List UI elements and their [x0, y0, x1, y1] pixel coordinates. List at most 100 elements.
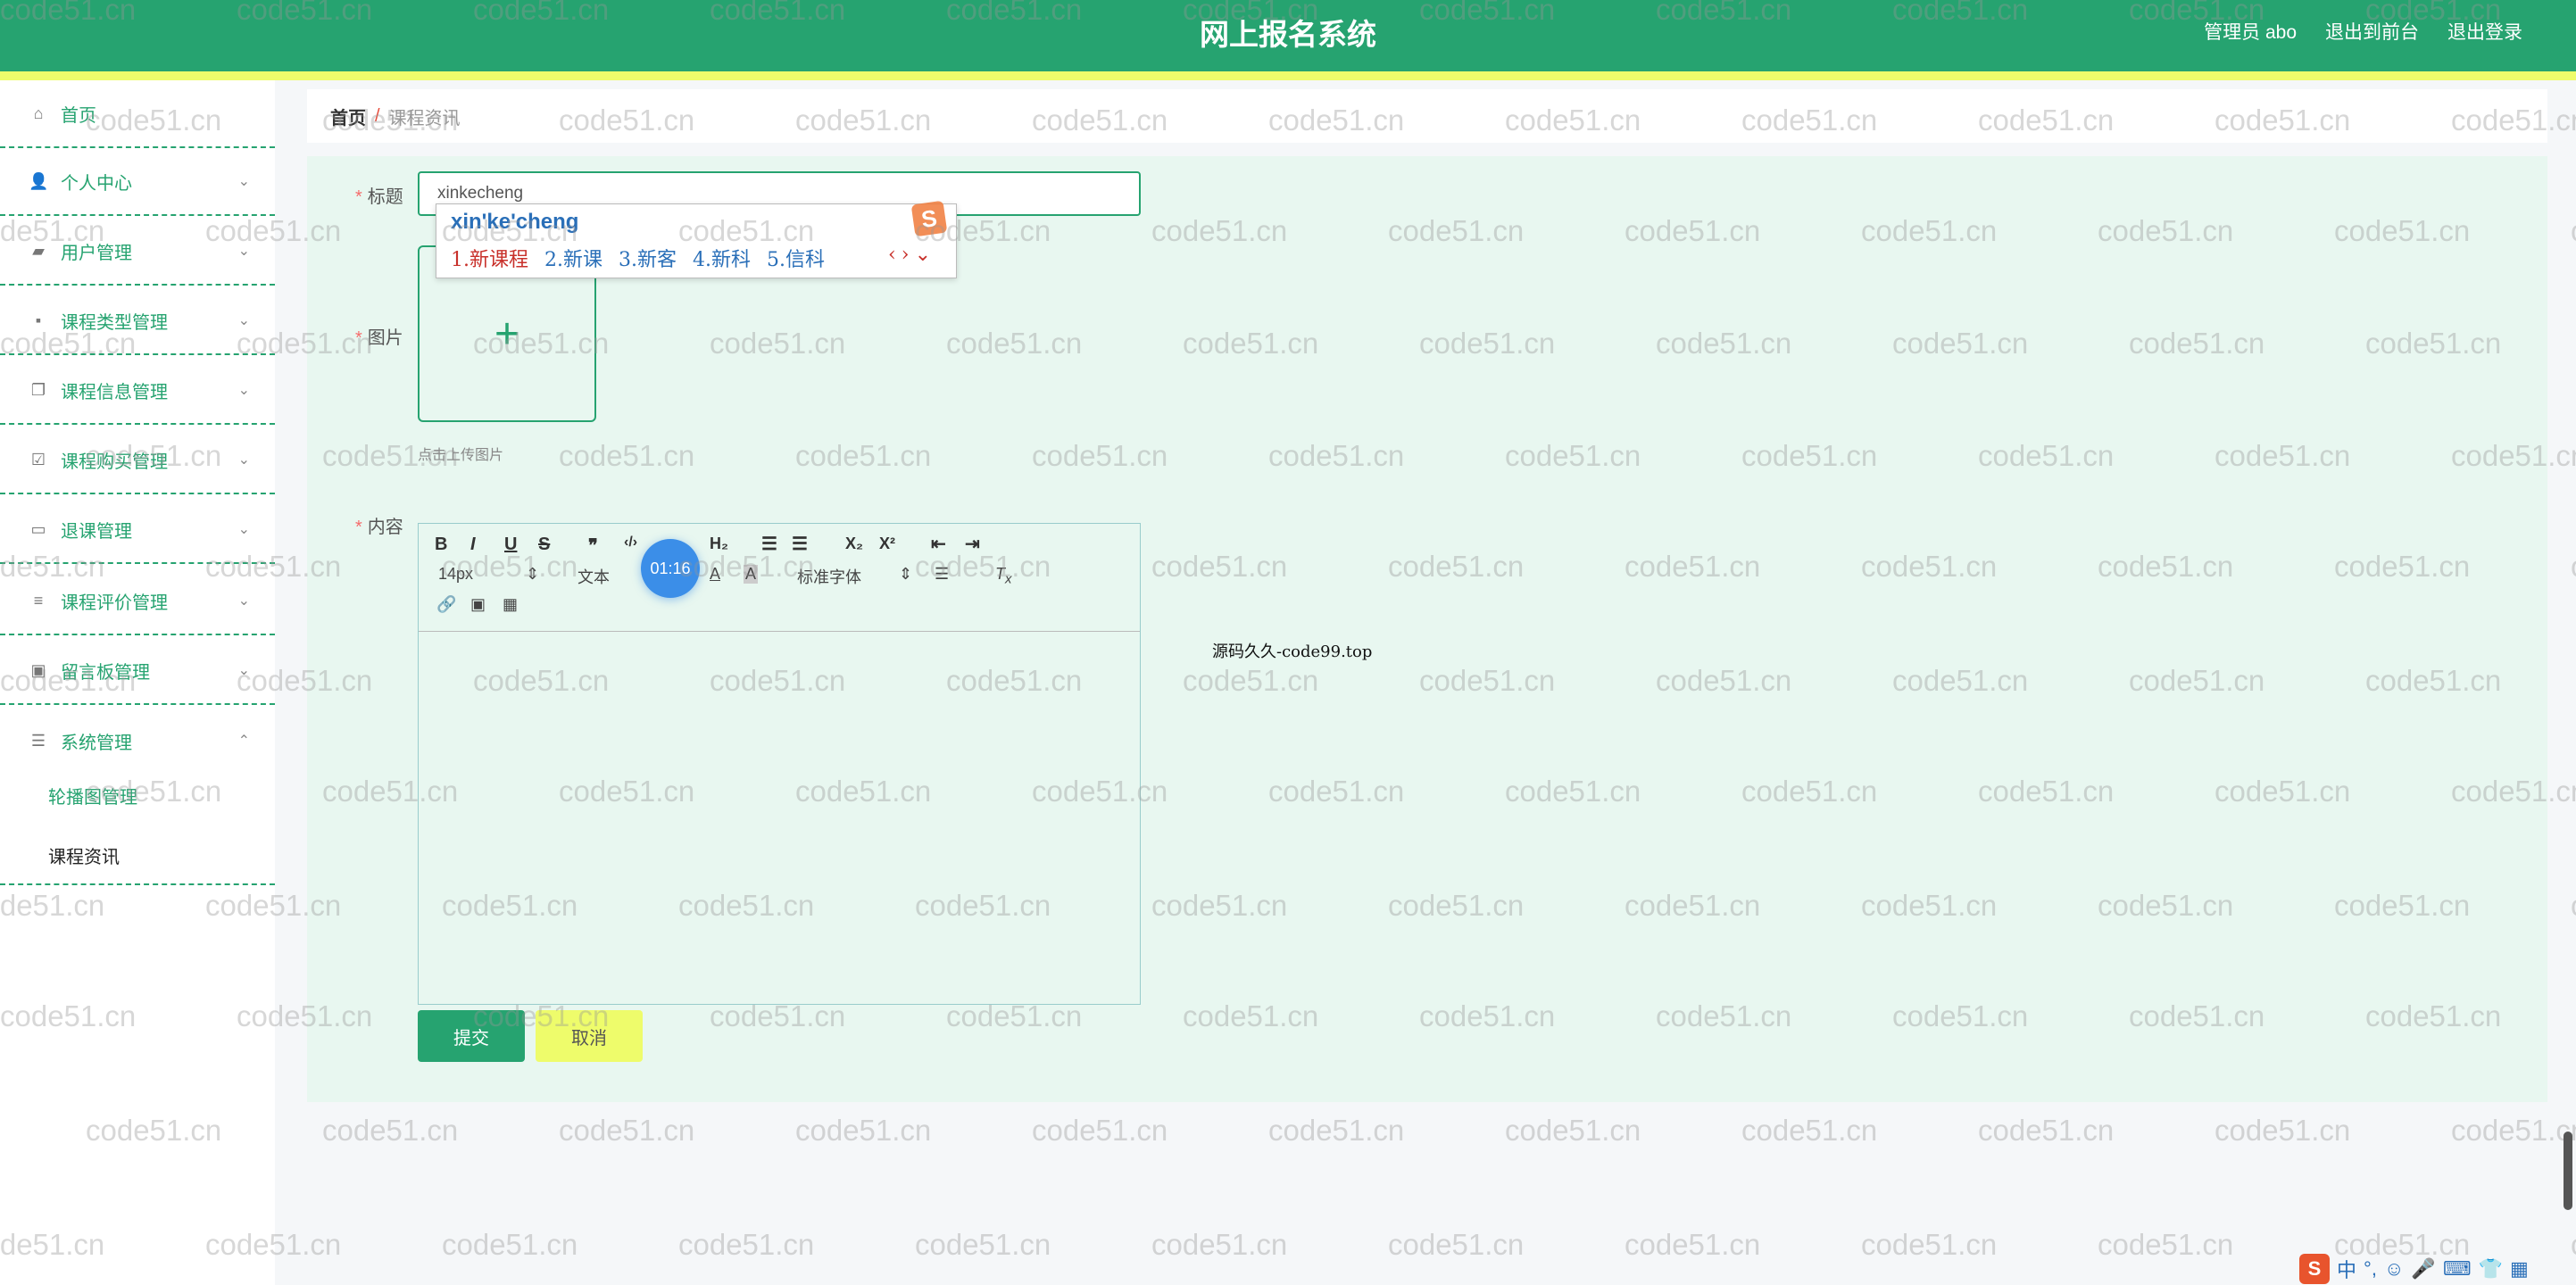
bullet-list-icon[interactable]: ☰	[792, 533, 808, 555]
image-label: * 图片	[355, 328, 403, 348]
indent-icon[interactable]: ⇥	[965, 533, 980, 555]
sidebar-subitem-course-news[interactable]: 课程资讯	[0, 826, 275, 885]
superscript-icon[interactable]: X²	[879, 535, 895, 553]
sogou-tray-icon[interactable]: S	[2299, 1254, 2330, 1284]
watermark-text: code51.cn	[1032, 1114, 1168, 1147]
sidebar-item-users[interactable]: ▰ 用户管理 ⌄	[0, 218, 275, 286]
editor-toolbar: B I U S ❞ ‹/› H₂ ☰ ☰ X₂ X² ⇤ ⇥ 14px ⇕ 文本…	[419, 524, 1140, 632]
ime-pinyin: xin'ke'cheng	[451, 210, 579, 234]
italic-icon[interactable]: I	[470, 535, 476, 555]
sidebar-item-course-purchase[interactable]: ☑ 课程购买管理 ⌄	[0, 427, 275, 494]
background-color-icon[interactable]: A	[744, 565, 759, 584]
chevron-down-icon: ⌄	[237, 522, 250, 537]
sidebar-item-guestbook[interactable]: ▣ 留言板管理 ⌄	[0, 637, 275, 705]
sidebar-item-label: 留言板管理	[61, 662, 150, 683]
sidebar-item-label: 课程信息管理	[61, 382, 168, 402]
scrollbar[interactable]	[2564, 1132, 2572, 1210]
watermark-text: code51.cn	[678, 1228, 815, 1261]
video-icon[interactable]: ▦	[503, 595, 518, 614]
sidebar-subitem-label: 课程资讯	[48, 847, 120, 867]
chevron-up-icon: ⌃	[237, 734, 250, 749]
image-icon[interactable]: ▣	[470, 595, 486, 614]
sidebar-item-label: 课程类型管理	[61, 312, 168, 333]
watermark-text: code51.cn	[1268, 1114, 1405, 1147]
h2-icon[interactable]: H₂	[710, 535, 728, 553]
quote-icon[interactable]: ❞	[588, 535, 598, 557]
sidebar-item-label: 首页	[61, 105, 96, 126]
sidebar-item-course-review[interactable]: ≡ 课程评价管理 ⌄	[0, 568, 275, 635]
chat-icon: ▪	[35, 311, 42, 329]
grid-icon[interactable]: ▦	[2510, 1257, 2529, 1281]
watermark-text: code51.cn	[2571, 889, 2576, 923]
sidebar-item-label: 用户管理	[61, 243, 132, 263]
title-label: * 标题	[355, 187, 403, 207]
strike-icon[interactable]: S	[538, 535, 550, 555]
font-family-select[interactable]: 标准字体	[797, 565, 861, 588]
sidebar-subitem-carousel[interactable]: 轮播图管理	[0, 766, 275, 825]
chinese-mode-icon[interactable]: 中	[2337, 1255, 2356, 1283]
select-arrows-icon: ⇕	[526, 565, 540, 583]
sidebar-item-profile[interactable]: 👤 个人中心 ⌄	[0, 148, 275, 216]
link-icon[interactable]: 🔗	[436, 595, 456, 614]
user-manage-icon: ▰	[32, 241, 45, 260]
breadcrumb-home[interactable]: 首页	[330, 104, 366, 129]
ime-candidate[interactable]: 1.新课程	[451, 244, 528, 272]
top-header: 网上报名系统 管理员 abo 退出到前台 退出登录	[0, 0, 2576, 80]
watermark-text: code51.cn	[559, 1114, 695, 1147]
font-color-icon[interactable]: A	[710, 565, 720, 584]
keyboard-icon[interactable]: ⌨	[2443, 1257, 2472, 1281]
clear-format-icon[interactable]: Tx	[995, 565, 1012, 587]
submit-button[interactable]: 提交	[418, 1010, 525, 1062]
logout-link[interactable]: 退出登录	[2447, 18, 2522, 45]
ime-candidate[interactable]: 2.新课	[544, 244, 602, 272]
align-icon[interactable]: ☰	[935, 565, 949, 584]
text-style-select[interactable]: 文本	[578, 565, 610, 588]
upload-hint: 点击上传图片	[418, 448, 504, 463]
ime-candidate[interactable]: 5.信科	[767, 244, 825, 272]
ime-tray: S 中 °, ☺ 🎤 ⌨ 👕 ▦	[2299, 1253, 2576, 1285]
sidebar-item-label: 课程评价管理	[61, 593, 168, 613]
sidebar-item-system[interactable]: ☰ 系统管理 ⌃	[0, 707, 275, 775]
list-icon: ≡	[33, 591, 44, 609]
watermark-text: code51.cn	[1978, 1114, 2115, 1147]
microphone-icon[interactable]: 🎤	[2411, 1257, 2435, 1281]
select-arrows-icon: ⇕	[899, 565, 913, 583]
ime-page-nav-icon[interactable]: ‹›⌄	[888, 244, 960, 266]
breadcrumb: 首页 / 课程资讯	[307, 89, 2547, 143]
bold-icon[interactable]: B	[435, 535, 447, 555]
sidebar-item-course-types[interactable]: ▪ 课程类型管理 ⌄	[0, 287, 275, 355]
chevron-down-icon: ⌄	[237, 663, 250, 678]
font-size-select[interactable]: 14px	[438, 565, 473, 584]
sidebar-item-label: 系统管理	[61, 733, 132, 753]
emoji-icon[interactable]: ☺	[2384, 1257, 2404, 1281]
cancel-button[interactable]: 取消	[536, 1010, 643, 1062]
subscript-icon[interactable]: X₂	[845, 535, 863, 553]
outdent-icon[interactable]: ⇤	[931, 533, 946, 555]
sidebar-item-course-info[interactable]: ❐ 课程信息管理 ⌄	[0, 357, 275, 425]
punctuation-icon[interactable]: °,	[2364, 1257, 2377, 1281]
watermark-text: code51.cn	[2215, 1114, 2351, 1147]
ime-candidate[interactable]: 3.新客	[619, 244, 677, 272]
copy-icon: ❐	[30, 380, 46, 399]
source-note: 源码久久-code99.top	[1212, 642, 1373, 661]
admin-user-label[interactable]: 管理员 abo	[2204, 18, 2297, 45]
sidebar-item-home[interactable]: ⌂ 首页	[0, 80, 275, 148]
underline-icon[interactable]: U	[504, 535, 517, 555]
front-link[interactable]: 退出到前台	[2325, 18, 2419, 45]
recording-timer: 01:16	[641, 539, 700, 598]
ordered-list-icon[interactable]: ☰	[761, 533, 777, 555]
plus-icon: +	[494, 310, 520, 358]
sogou-logo-icon: S	[910, 200, 948, 237]
chevron-down-icon: ⌄	[237, 383, 250, 398]
watermark-text: code51.cn	[1741, 1114, 1878, 1147]
content-editor[interactable]: B I U S ❞ ‹/› H₂ ☰ ☰ X₂ X² ⇤ ⇥ 14px ⇕ 文本…	[418, 523, 1141, 1005]
chevron-down-icon: ⌄	[237, 244, 250, 259]
ime-candidate[interactable]: 4.新科	[693, 244, 751, 272]
skin-icon[interactable]: 👕	[2479, 1257, 2503, 1281]
sidebar-subitem-label: 轮播图管理	[48, 787, 137, 808]
code-icon[interactable]: ‹/›	[624, 535, 637, 551]
header-actions: 管理员 abo 退出到前台 退出登录	[2204, 18, 2522, 45]
sidebar-item-withdraw[interactable]: ▭ 退课管理 ⌄	[0, 496, 275, 564]
ime-candidates: 1.新课程 2.新课 3.新客 4.新科 5.信科 ‹›⌄	[451, 244, 931, 272]
breadcrumb-current: 课程资讯	[388, 108, 461, 128]
